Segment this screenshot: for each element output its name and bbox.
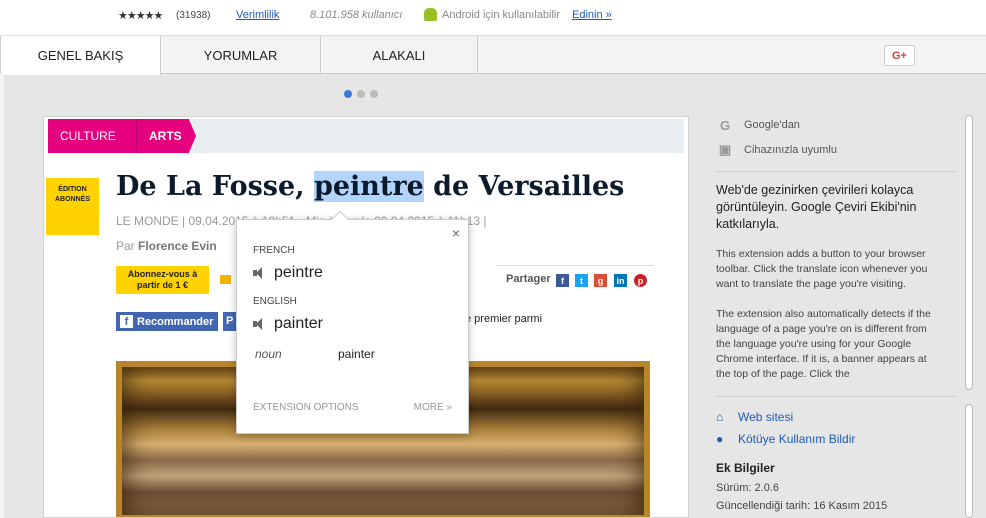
store-header-bar: ★★★★★ (31938) Verimlilik 8.101.958 kulla…	[0, 0, 986, 36]
article-author: Par Florence Evin	[116, 239, 217, 253]
part-of-speech: noun	[255, 347, 282, 361]
twitter-icon: t	[575, 274, 588, 287]
detail-tabs: GENEL BAKIŞ YORUMLAR ALAKALI	[0, 36, 986, 75]
facebook-icon: f	[120, 315, 133, 328]
carousel-dots	[344, 90, 378, 98]
category-bar: CULTURE ARTS	[48, 119, 684, 153]
rating-stars: ★★★★★	[118, 10, 163, 22]
details-sidebar: G Google'dan ▣ Cihazınızla uyumlu Web'de g…	[700, 112, 968, 518]
source-word: peintre	[253, 264, 323, 282]
extension-description: This extension adds a button to your bro…	[716, 248, 931, 380]
website-link[interactable]: ⌂ Web sitesi	[716, 410, 793, 424]
subscribe-button: Abonnez-vous à partir de 1 €	[116, 266, 209, 294]
extension-options-link[interactable]: EXTENSION OPTIONS	[253, 402, 359, 413]
device-check-icon: ▣	[718, 142, 732, 157]
extension-summary: Web'de gezinirken çevirileri kolayca gör…	[716, 183, 917, 231]
extra-info-title: Ek Bilgiler	[716, 461, 775, 475]
fb-share-button: P	[223, 312, 237, 331]
gplus-icon: g	[594, 274, 607, 287]
version: Sürüm: 2.0.6	[716, 482, 779, 494]
divider	[716, 171, 956, 172]
android-get-link[interactable]: Edinin »	[572, 9, 612, 21]
divider	[716, 396, 956, 397]
translate-popup: × FRENCH peintre ENGLISH painter noun pa…	[236, 210, 469, 434]
highlighted-word: peintre	[313, 171, 424, 202]
user-count: 8.101.958 kullanıcı	[310, 9, 403, 21]
android-icon	[424, 8, 437, 21]
tab-reviews[interactable]: YORUMLAR	[161, 36, 321, 74]
pos-translation: painter	[338, 347, 375, 361]
comment-icon	[220, 275, 231, 284]
left-edge	[0, 74, 4, 518]
facebook-icon: f	[556, 274, 569, 287]
updated-date: Güncellendiği tarih: 16 Kasım 2015	[716, 500, 888, 512]
home-icon: ⌂	[716, 410, 724, 424]
linkedin-icon: in	[614, 274, 627, 287]
source-language: FRENCH	[253, 245, 295, 256]
category-link[interactable]: Verimlilik	[236, 9, 279, 21]
more-link[interactable]: MORE »	[414, 402, 452, 413]
description-scrollbar[interactable]	[965, 115, 973, 390]
share-divider	[496, 265, 654, 266]
article-headline: De La Fosse, peintre de Versailles	[116, 171, 625, 202]
rating-count: (31938)	[176, 10, 211, 21]
target-language: ENGLISH	[253, 296, 297, 307]
carousel-dot-3[interactable]	[370, 90, 378, 98]
report-abuse-link[interactable]: ● Kötüye Kullanım Bildir	[716, 432, 855, 446]
google-icon: G	[719, 117, 731, 133]
carousel-dot-2[interactable]	[357, 90, 365, 98]
from-google: G Google'dan	[719, 117, 800, 133]
speaker-icon[interactable]	[253, 267, 269, 279]
device-compatible: ▣ Cihazınızla uyumlu	[718, 142, 837, 157]
android-availability: Android için kullanılabilir	[442, 9, 561, 21]
edition-badge: ÉDITION ABONNÉS	[46, 178, 99, 235]
fb-recommend-button: f Recommander	[116, 312, 218, 331]
share-label: Partager	[506, 273, 551, 285]
category-culture: CULTURE	[48, 119, 136, 153]
pinterest-icon: p	[634, 274, 647, 287]
alert-icon: ●	[716, 432, 724, 446]
close-icon[interactable]: ×	[452, 225, 460, 241]
target-word: painter	[253, 315, 323, 333]
category-arts: ARTS	[136, 119, 196, 153]
speaker-icon[interactable]	[253, 318, 269, 330]
tab-overview[interactable]: GENEL BAKIŞ	[0, 36, 161, 75]
sidebar-scrollbar[interactable]	[965, 404, 973, 518]
google-plus-button[interactable]: G+	[884, 45, 915, 66]
tab-related[interactable]: ALAKALI	[321, 36, 478, 74]
carousel-dot-1[interactable]	[344, 90, 352, 98]
